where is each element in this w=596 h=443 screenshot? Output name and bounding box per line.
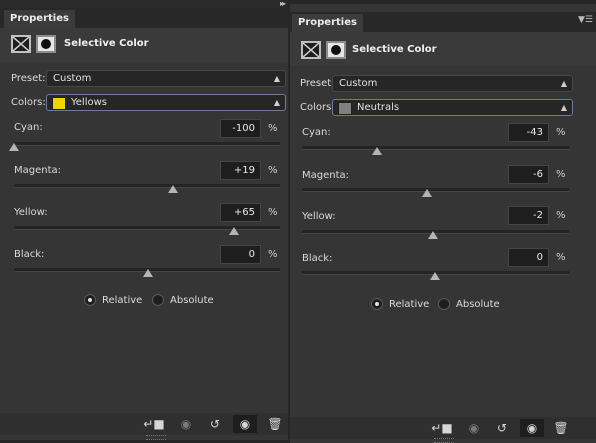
magenta-slider-track[interactable] [302, 188, 569, 192]
cyan-slider-track[interactable] [302, 146, 569, 150]
select-arrows-icon: ▲ [273, 98, 280, 107]
absolute-radio[interactable]: Absolute [152, 294, 214, 306]
panel-footer: ↵■ ◉ ↺ ◉ 🗑 [290, 417, 596, 439]
slider-label-cyan: Cyan: [302, 127, 331, 138]
relative-label: Relative [389, 298, 430, 310]
magenta-slider-thumb[interactable] [422, 189, 432, 197]
yellow-slider-thumb[interactable] [229, 227, 239, 235]
tab-properties[interactable]: Properties [292, 14, 363, 32]
slider-label-cyan: Cyan: [14, 122, 43, 133]
selective-color-adjustment-icon[interactable] [301, 41, 321, 59]
relative-radio[interactable]: Relative [84, 294, 142, 306]
colors-select[interactable]: Yellows ▲ [46, 94, 286, 111]
visibility-eye-icon[interactable]: ◉ [233, 415, 257, 433]
double-chevron-right-icon[interactable]: ▸▸ [280, 0, 286, 8]
preset-label: Preset: [11, 73, 46, 84]
select-arrows-icon: ▲ [560, 79, 567, 88]
cyan-value-input[interactable]: -43 [508, 123, 549, 142]
yellow-slider-track[interactable] [14, 226, 280, 230]
view-previous-state-icon[interactable]: ◉ [174, 415, 198, 433]
layer-mask-icon[interactable] [36, 35, 56, 53]
panel-header: Selective Color [290, 32, 596, 66]
color-swatch [338, 102, 352, 115]
slider-label-magenta: Magenta: [302, 170, 350, 181]
tab-bar: Properties ▼☰ [290, 12, 596, 32]
adjustment-title: Selective Color [352, 44, 437, 55]
yellow-value-input[interactable]: -2 [508, 206, 549, 225]
radio-selected-icon [84, 294, 96, 306]
trash-icon[interactable]: 🗑 [549, 419, 573, 437]
cyan-slider-thumb[interactable] [372, 147, 382, 155]
percent-unit: % [556, 169, 566, 180]
visibility-eye-icon[interactable]: ◉ [520, 419, 544, 437]
properties-panel-right: Properties ▼☰ Selective Color Preset: Cu… [290, 4, 596, 443]
colors-label: Colors: [300, 102, 335, 113]
tab-bar: Properties [0, 8, 288, 28]
radio-empty-icon [438, 298, 450, 310]
panel-top-strip: ▸▸ [0, 0, 288, 8]
view-previous-state-icon[interactable]: ◉ [462, 419, 486, 437]
percent-unit: % [556, 127, 566, 138]
trash-icon[interactable]: 🗑 [263, 415, 287, 433]
preset-value: Custom [53, 73, 92, 84]
magenta-value-input[interactable]: +19 [220, 161, 261, 180]
yellow-value-input[interactable]: +65 [220, 203, 261, 222]
panel-footer: ↵■ ◉ ↺ ◉ 🗑 [0, 413, 288, 435]
cyan-slider-thumb[interactable] [9, 143, 19, 151]
black-slider-thumb[interactable] [430, 272, 440, 280]
slider-label-yellow: Yellow: [302, 211, 336, 222]
slider-label-magenta: Magenta: [14, 165, 62, 176]
percent-unit: % [268, 249, 278, 260]
reset-icon[interactable]: ↺ [490, 419, 514, 437]
colors-value: Neutrals [357, 102, 400, 113]
slider-label-black: Black: [14, 249, 45, 260]
clip-to-layer-icon[interactable]: ↵■ [430, 419, 454, 437]
percent-unit: % [556, 210, 566, 221]
reset-icon[interactable]: ↺ [203, 415, 227, 433]
yellow-slider-thumb[interactable] [428, 231, 438, 239]
percent-unit: % [268, 123, 278, 134]
colors-select[interactable]: Neutrals ▲ [332, 99, 573, 116]
cyan-value-input[interactable]: -100 [220, 119, 261, 138]
radio-empty-icon [152, 294, 164, 306]
cyan-slider-track[interactable] [14, 142, 280, 146]
magenta-slider-thumb[interactable] [168, 185, 178, 193]
relative-label: Relative [102, 294, 143, 306]
colors-label: Colors: [11, 97, 46, 108]
colors-value: Yellows [71, 97, 107, 108]
preset-value: Custom [339, 78, 378, 89]
tab-properties[interactable]: Properties [4, 10, 75, 28]
panel-menu-icon[interactable]: ▼☰ [578, 15, 593, 25]
percent-unit: % [268, 165, 278, 176]
clip-to-layer-icon[interactable]: ↵■ [142, 415, 166, 433]
radio-selected-icon [371, 298, 383, 310]
layer-mask-icon[interactable] [326, 41, 346, 59]
resize-grip[interactable] [434, 438, 454, 443]
select-arrows-icon: ▲ [560, 103, 567, 112]
percent-unit: % [268, 207, 278, 218]
absolute-label: Absolute [456, 298, 500, 310]
properties-panel-left: ▸▸ Properties Selective Color Preset: Cu… [0, 0, 288, 440]
color-swatch [52, 97, 66, 110]
black-slider-thumb[interactable] [143, 269, 153, 277]
preset-select[interactable]: Custom ▲ [332, 75, 573, 92]
absolute-label: Absolute [170, 294, 214, 306]
resize-grip[interactable] [146, 435, 166, 440]
selective-color-adjustment-icon[interactable] [11, 35, 31, 53]
preset-label: Preset: [300, 78, 335, 89]
magenta-value-input[interactable]: -6 [508, 165, 549, 184]
preset-select[interactable]: Custom ▲ [46, 70, 286, 87]
slider-label-yellow: Yellow: [14, 207, 48, 218]
relative-radio[interactable]: Relative [371, 298, 429, 310]
panel-header: Selective Color [0, 28, 288, 62]
select-arrows-icon: ▲ [273, 74, 280, 83]
adjustment-title: Selective Color [64, 38, 149, 49]
percent-unit: % [556, 252, 566, 263]
absolute-radio[interactable]: Absolute [438, 298, 500, 310]
black-value-input[interactable]: 0 [220, 245, 261, 264]
slider-label-black: Black: [302, 253, 333, 264]
magenta-slider-track[interactable] [14, 184, 280, 188]
black-value-input[interactable]: 0 [508, 248, 549, 267]
